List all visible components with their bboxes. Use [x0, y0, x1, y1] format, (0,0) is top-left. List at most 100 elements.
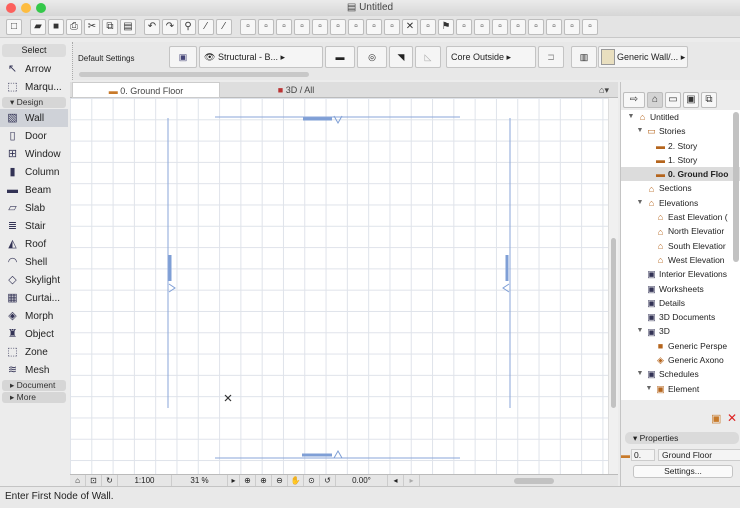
disclosure-open-icon[interactable]: ▼ — [627, 110, 635, 124]
view-map-icon[interactable]: ▭ — [665, 92, 681, 108]
tool-marqu[interactable]: ⬚ Marqu... — [0, 78, 68, 96]
tree-item[interactable]: ▼ ▣ 3D — [621, 324, 740, 338]
tree-item[interactable]: ▬ 0. Ground Floo — [621, 167, 740, 182]
slanted-wall-button[interactable]: ◺ — [415, 46, 441, 68]
disclosure-open-icon[interactable]: ▼ — [636, 196, 644, 210]
tool-wall[interactable]: ▧ Wall — [0, 109, 68, 127]
scale-value[interactable]: 1:100 — [118, 475, 172, 486]
tree-item[interactable]: ▣ Interior Elevations — [621, 267, 740, 281]
tool-stair[interactable]: ≣ Stair — [0, 217, 68, 235]
layers-icon[interactable]: ▫ — [348, 18, 364, 35]
wall-profile-button[interactable]: ◥ — [389, 46, 413, 68]
disclosure-open-icon[interactable]: ▼ — [636, 124, 644, 138]
publish-icon[interactable]: ▫ — [546, 18, 562, 35]
paste-icon[interactable]: ▤ — [120, 18, 136, 35]
gravity-icon[interactable]: ▫ — [276, 18, 292, 35]
tree-item[interactable]: ▣ Worksheets — [621, 282, 740, 296]
tool-roof[interactable]: ◭ Roof — [0, 235, 68, 253]
drag-icon[interactable]: ▫ — [510, 18, 526, 35]
tool-column[interactable]: ▮ Column — [0, 163, 68, 181]
navigator-menu-icon[interactable]: ⇨ — [623, 92, 645, 108]
layer-dropdown[interactable]: 👁 Structural - B... ▸ — [199, 46, 323, 68]
construction-method-button[interactable]: ◎ — [357, 46, 387, 68]
vertical-scrollbar[interactable] — [608, 98, 618, 474]
disclosure-open-icon[interactable]: ▼ — [636, 367, 644, 381]
undo-icon[interactable]: ↶ — [144, 18, 160, 35]
close-window-button[interactable] — [6, 3, 16, 13]
tree-item[interactable]: ▬ 1. Story — [621, 153, 740, 167]
save-icon[interactable]: ■ — [48, 18, 64, 35]
split-icon[interactable]: ▫ — [420, 18, 436, 35]
fit-zoom-icon[interactable]: ⊕ — [240, 475, 256, 486]
tool-arrow[interactable]: ↖ Arrow — [0, 60, 68, 78]
floor-plan-canvas[interactable] — [70, 98, 608, 474]
grid-snap-icon[interactable]: ▫ — [294, 18, 310, 35]
tool-curtai[interactable]: ▦ Curtai... — [0, 289, 68, 307]
new-file-icon[interactable]: □ — [6, 18, 22, 35]
zoom-window-icon[interactable]: ⊡ — [86, 475, 102, 486]
eyedropper-icon[interactable]: ⁄ — [198, 18, 214, 35]
tree-item[interactable]: ▼ ▭ Stories — [621, 124, 740, 138]
tree-item[interactable]: ▼ ⌂ Untitled — [621, 110, 740, 124]
tool-slab[interactable]: ▱ Slab — [0, 199, 68, 217]
wall-height-button[interactable]: ▥ — [571, 46, 597, 68]
close-icon[interactable]: ✕ — [402, 18, 418, 35]
settings-button[interactable]: Settings... — [633, 465, 733, 478]
cursor-icon[interactable]: ▫ — [330, 18, 346, 35]
teamwork-icon[interactable]: ▫ — [564, 18, 580, 35]
pen-icon[interactable]: ▫ — [366, 18, 382, 35]
story-name-field[interactable]: Ground Floor — [658, 449, 740, 461]
tree-item[interactable]: ⌂ West Elevation — [621, 253, 740, 267]
infobox-scrollbar[interactable] — [79, 72, 309, 77]
tab-ground-floor[interactable]: ▬ 0. Ground Floor — [72, 82, 220, 98]
tree-item[interactable]: ▣ Details — [621, 296, 740, 310]
tree-item[interactable]: ◈ Generic Axono — [621, 353, 740, 367]
zoom-value[interactable]: 31 % — [172, 475, 228, 486]
rotate-icon[interactable]: ↺ — [320, 475, 336, 486]
redo-icon[interactable]: ↷ — [162, 18, 178, 35]
tool-zone[interactable]: ⬚ Zone — [0, 343, 68, 361]
settings-icon[interactable]: ▫ — [582, 18, 598, 35]
3d-model-icon[interactable]: ▫ — [384, 18, 400, 35]
tool-mesh[interactable]: ≋ Mesh — [0, 361, 68, 379]
tree-item[interactable]: ▼ ▣ Schedules — [621, 367, 740, 381]
magic-wand-icon[interactable]: ▫ — [240, 18, 256, 35]
layers-icon[interactable]: ⌂ — [70, 475, 86, 486]
update-icon[interactable]: ↻ — [102, 475, 118, 486]
layout-book-icon[interactable]: ▣ — [683, 92, 699, 108]
flag-icon[interactable]: ⚑ — [438, 18, 454, 35]
zoom-window-button[interactable] — [36, 3, 46, 13]
offset-icon[interactable]: ▫ — [474, 18, 490, 35]
tool-morph[interactable]: ◈ Morph — [0, 307, 68, 325]
fit-in-window-icon[interactable]: ⊙ — [304, 475, 320, 486]
disclosure-open-icon[interactable]: ▼ — [645, 382, 653, 396]
tree-item[interactable]: ⌂ South Elevatior — [621, 239, 740, 253]
story-number-field[interactable]: 0. — [631, 449, 655, 461]
zoom-out-icon[interactable]: ⊖ — [272, 475, 288, 486]
properties-header[interactable]: ▾ Properties — [625, 432, 739, 444]
angle-value[interactable]: 0.00° — [336, 475, 388, 486]
tree-item[interactable]: ▼ ▣ Element — [621, 382, 740, 396]
tool-skylight[interactable]: ◇ Skylight — [0, 271, 68, 289]
corner-icon[interactable]: ▫ — [492, 18, 508, 35]
tool-object[interactable]: ♜ Object — [0, 325, 68, 343]
design-section[interactable]: ▾ Design — [2, 97, 66, 108]
geometry-method-button[interactable]: ▬ — [325, 46, 355, 68]
zoom-in-icon[interactable]: ⊕ — [256, 475, 272, 486]
tree-item[interactable]: ▼ ⌂ Elevations — [621, 196, 740, 210]
wall-settings-button[interactable]: ▣ — [169, 46, 197, 68]
tree-item[interactable]: ⌂ Sections — [621, 181, 740, 195]
pan-icon[interactable]: ✋ — [288, 475, 304, 486]
next-zoom-icon[interactable]: ▸ — [404, 475, 420, 486]
open-folder-icon[interactable]: ▰ — [30, 18, 46, 35]
tree-scrollbar[interactable] — [733, 112, 739, 262]
tree-item[interactable]: ⌂ East Elevation ( — [621, 210, 740, 224]
tree-item[interactable]: ▣ 3D Documents — [621, 310, 740, 324]
tab-menu-button[interactable]: ⌂▾ — [592, 82, 616, 98]
project-map-icon[interactable]: ⌂ — [647, 92, 663, 108]
tree-item[interactable]: ⌂ North Elevatior — [621, 224, 740, 238]
tree-item[interactable]: ▬ 2. Story — [621, 139, 740, 153]
tab-3d[interactable]: ■ 3D / All — [222, 82, 370, 98]
reference-line-button[interactable]: ⊐ — [538, 46, 564, 68]
scroll-thumb[interactable] — [611, 238, 616, 408]
